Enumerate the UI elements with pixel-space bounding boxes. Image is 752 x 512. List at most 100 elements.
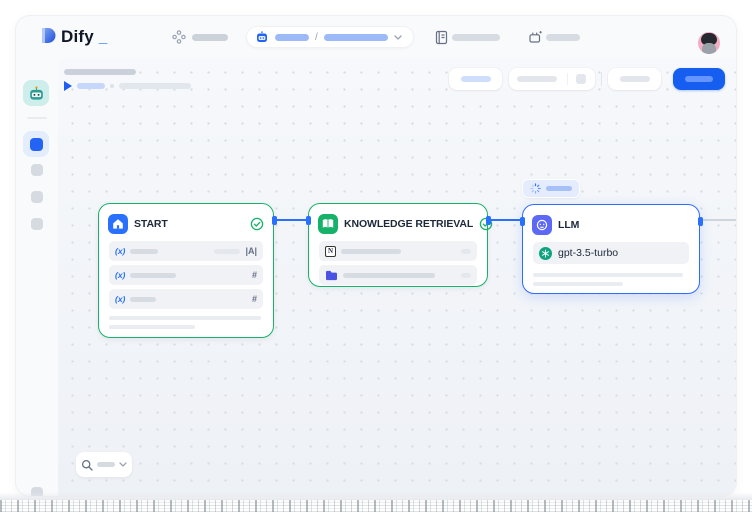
docs-skeleton [452,34,500,41]
top-header-bar: Dify _ / [16,16,736,58]
logo-text: Dify [61,27,94,46]
variable-type-string: |A| [245,246,257,256]
knowledge-node-header: KNOWLEDGE RETRIEVAL [309,212,487,236]
variable-row[interactable]: (x) # [109,265,263,285]
preview-button[interactable] [449,68,502,90]
workflow-canvas[interactable]: START (x) |A| (x) # (x) [58,58,736,496]
bottom-gradient-band [0,492,752,500]
segment-divider [567,73,568,85]
publish-label-skeleton [685,76,713,82]
notion-icon: N [325,246,336,257]
model-name: gpt-3.5-turbo [558,247,618,259]
nav-skeleton [192,34,228,41]
source-meta-skeleton [461,273,471,278]
llm-brain-icon [532,215,552,235]
features-label-skeleton [517,76,557,82]
knowledge-source-row[interactable]: N [319,241,477,261]
connector-handle[interactable] [306,216,311,225]
zoom-control[interactable] [76,452,132,477]
variable-icon: (x) [115,246,125,256]
variable-name-skeleton [130,273,176,278]
connector-handle[interactable] [698,217,703,226]
app-name-skeleton [275,34,309,41]
zoom-level-skeleton [97,462,115,467]
breadcrumb-separator: / [315,32,318,43]
app-switcher[interactable]: / [246,26,414,48]
variable-row[interactable]: (x) # [109,289,263,309]
run-separator [110,84,114,88]
user-avatar[interactable] [698,32,720,54]
openai-icon [539,247,552,260]
sidebar-item-workflow-active[interactable] [23,131,49,157]
app-window: Dify _ / [16,16,736,496]
docs-icon[interactable] [435,30,448,45]
features-toggle-icon[interactable] [576,74,586,84]
home-icon [108,214,128,234]
active-item-icon [30,138,43,151]
success-check-icon [250,217,264,231]
sidebar-app-icon[interactable] [23,80,49,106]
source-name-skeleton [343,273,435,278]
description-skeleton [109,316,261,320]
knowledge-retrieval-node[interactable]: KNOWLEDGE RETRIEVAL N [308,203,488,287]
search-zoom-icon [81,459,93,471]
run-play-icon[interactable] [64,81,72,91]
connector-handle[interactable] [520,217,525,226]
variable-icon: (x) [115,294,125,304]
node-title: START [134,218,168,230]
llm-node-header: LLM [523,213,699,237]
node-title: KNOWLEDGE RETRIEVAL [344,218,473,230]
connector-handle[interactable] [486,216,491,225]
publish-button[interactable] [673,68,725,90]
badge-label-skeleton [546,186,572,191]
node-title: LLM [558,219,579,231]
variable-row[interactable]: (x) |A| [109,241,263,261]
variable-value-skeleton [214,249,240,254]
start-node-header: START [99,212,273,236]
chevron-down-icon [119,462,127,467]
sidebar-item-3[interactable] [31,191,43,203]
variable-icon: (x) [115,270,125,280]
bottom-noise-artifact [0,500,752,512]
folder-icon [325,270,338,281]
logo-caret: _ [99,29,107,46]
description-skeleton [533,273,683,277]
book-icon [318,214,338,234]
workflow-title-skeleton [64,69,136,75]
dify-logo-icon [40,27,56,46]
plugin-skeleton [546,34,580,41]
description-skeleton [533,282,623,286]
variable-name-skeleton [130,249,158,254]
plugin-icon[interactable] [528,30,543,44]
knowledge-source-row[interactable] [319,265,477,285]
model-selector-row[interactable]: gpt-3.5-turbo [533,242,689,264]
description-skeleton [109,325,195,329]
variable-name-skeleton [130,297,156,302]
start-node[interactable]: START (x) |A| (x) # (x) [98,203,274,338]
sidebar-item-2[interactable] [31,164,43,176]
features-button-group[interactable] [509,68,595,90]
source-name-skeleton [341,249,401,254]
dify-logo[interactable]: Dify _ [40,27,107,46]
sidebar-divider [27,117,47,119]
variable-type-number: # [252,294,257,304]
history-label-skeleton [620,76,650,82]
sidebar-item-4[interactable] [31,218,43,230]
robot-icon [28,85,45,102]
workflow-move-icon[interactable] [172,30,186,44]
left-sidebar [16,58,58,496]
run-label-skeleton [77,83,105,89]
run-status-row [64,81,191,91]
workflow-name-skeleton [324,34,388,41]
variable-type-number: # [252,270,257,280]
preview-label-skeleton [461,76,491,82]
run-info-skeleton [119,83,191,89]
llm-node[interactable]: LLM gpt-3.5-turbo [522,204,700,294]
edge-start-to-knowledge[interactable] [274,219,308,221]
connector-handle[interactable] [272,216,277,225]
source-meta-skeleton [461,249,471,254]
history-button[interactable] [608,68,661,90]
spinner-icon [530,183,541,194]
chevron-down-icon [394,35,402,40]
toolbar-divider [601,72,602,86]
